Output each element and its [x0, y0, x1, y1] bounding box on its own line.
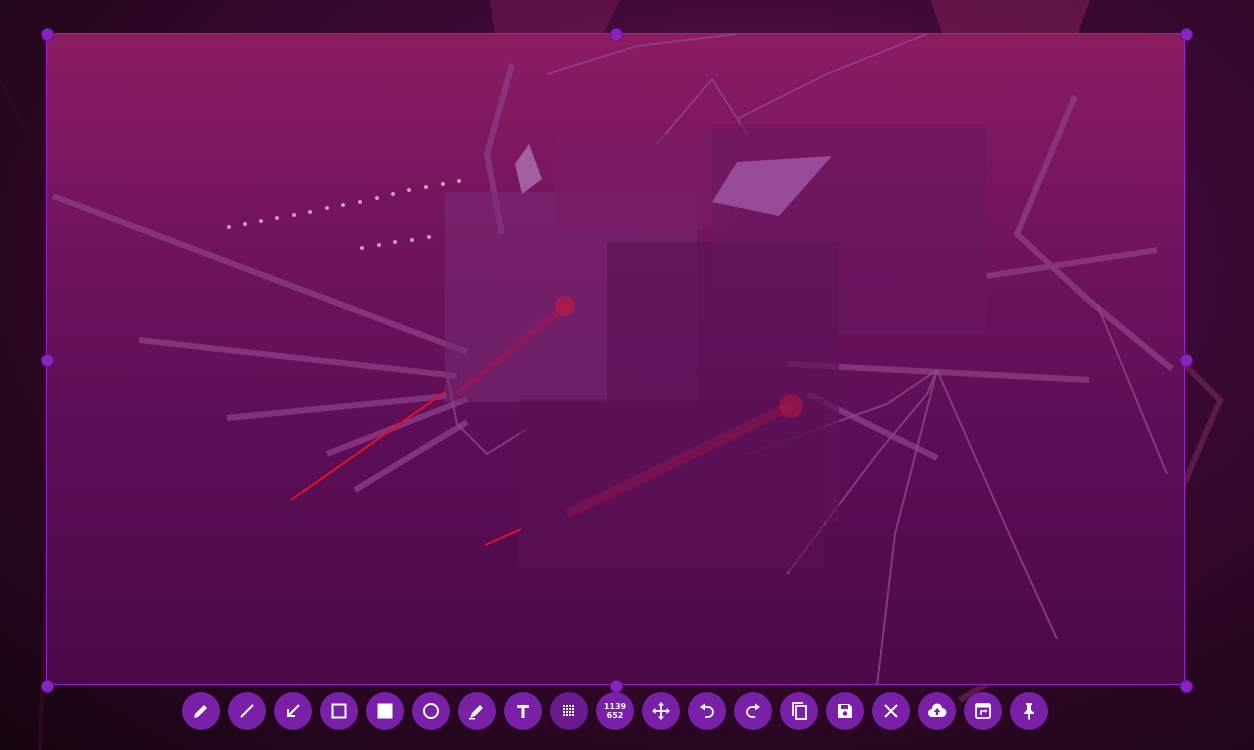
text-tool[interactable]	[504, 692, 542, 730]
save-button[interactable]	[826, 692, 864, 730]
marker-icon	[469, 705, 483, 720]
upload-button[interactable]	[918, 692, 956, 730]
pin-button[interactable]	[1010, 692, 1048, 730]
resize-handle-left[interactable]	[41, 354, 54, 367]
exit-button[interactable]	[872, 692, 910, 730]
resize-handle-right[interactable]	[1180, 354, 1193, 367]
drawn-red-lines	[290, 391, 522, 546]
redo-icon	[746, 703, 760, 718]
rectangle-filled-icon	[377, 703, 393, 719]
move-selection-tool[interactable]	[642, 692, 680, 730]
marker-tool[interactable]	[458, 692, 496, 730]
open-with-app-button[interactable]	[964, 692, 1002, 730]
resize-handle-top-left[interactable]	[41, 28, 54, 41]
selection-width-label: 1139	[603, 702, 627, 711]
line-icon	[240, 704, 254, 718]
rectangle-tool[interactable]	[320, 692, 358, 730]
pixelate-icon	[563, 705, 574, 716]
selection-size-indicator: 1139 652	[596, 692, 634, 730]
captured-content	[51, 34, 1174, 684]
capture-selection-region[interactable]	[46, 33, 1185, 685]
pencil-tool[interactable]	[182, 692, 220, 730]
rectangle-outline-icon	[331, 703, 347, 719]
resize-handle-bottom-left[interactable]	[41, 680, 54, 693]
pin-icon	[1024, 703, 1034, 720]
capture-toolbar: 1139 652	[182, 692, 1052, 732]
text-icon	[517, 705, 529, 718]
close-icon	[884, 704, 898, 718]
open-app-icon	[975, 703, 991, 719]
pencil-icon	[194, 705, 207, 718]
circle-icon	[423, 703, 439, 719]
move-icon	[652, 702, 670, 720]
undo-icon	[700, 703, 714, 718]
undo-button[interactable]	[688, 692, 726, 730]
copy-icon	[792, 702, 807, 720]
cloud-upload-icon	[928, 703, 947, 717]
selection-height-label: 652	[606, 711, 624, 720]
arrow-tool[interactable]	[274, 692, 312, 730]
filled-rectangle-tool[interactable]	[366, 692, 404, 730]
save-icon	[838, 704, 852, 718]
resize-handle-top[interactable]	[610, 28, 623, 41]
redo-button[interactable]	[734, 692, 772, 730]
arrow-icon	[287, 704, 300, 717]
resize-handle-bottom-right[interactable]	[1180, 680, 1193, 693]
copy-to-clipboard-button[interactable]	[780, 692, 818, 730]
circle-tool[interactable]	[412, 692, 450, 730]
pixelate-tool[interactable]	[550, 692, 588, 730]
line-tool[interactable]	[228, 692, 266, 730]
resize-handle-top-right[interactable]	[1180, 28, 1193, 41]
